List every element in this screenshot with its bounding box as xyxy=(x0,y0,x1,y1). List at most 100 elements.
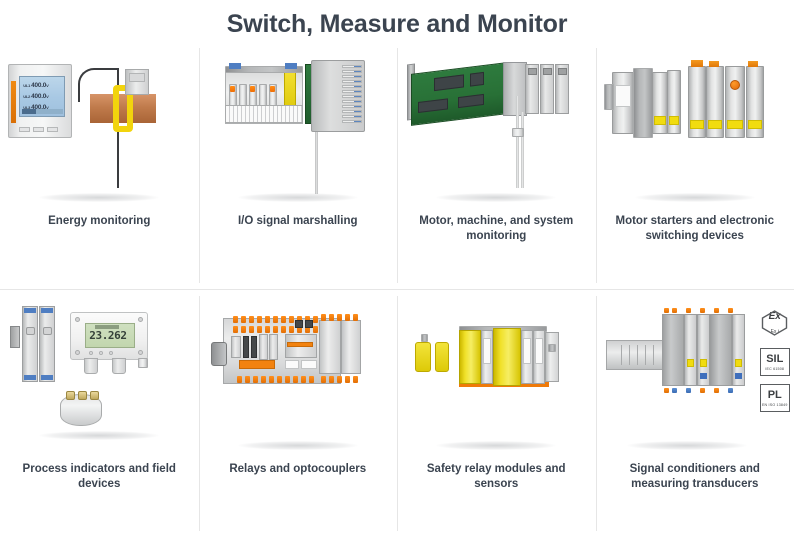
module-blue-cap xyxy=(41,308,54,313)
io-module-housing xyxy=(310,60,365,132)
signal-conditioner-module xyxy=(709,314,732,386)
module-edge-connector xyxy=(10,326,21,348)
terminal-clamp xyxy=(685,308,691,313)
white-cable xyxy=(521,112,525,188)
lcd-reading-line-1: UL1 400.0V xyxy=(23,82,49,89)
monitoring-module xyxy=(555,64,570,114)
starter-heatsink xyxy=(632,68,653,138)
relay-lever-row xyxy=(236,376,314,383)
terminal-clamp xyxy=(727,388,733,393)
field-indicator-enclosure: 23.262 xyxy=(70,312,149,360)
relay-body xyxy=(250,336,257,358)
field-indicator-buttons[interactable] xyxy=(89,351,114,355)
module-yellow-label xyxy=(699,359,707,367)
module-yellow-label xyxy=(686,359,694,367)
field-indicator-lcd: 23.262 xyxy=(85,323,136,348)
terminal-clamp xyxy=(713,388,719,393)
relay-module xyxy=(258,334,268,360)
signal-conditioner-module xyxy=(661,314,684,386)
head-mount-transmitter xyxy=(60,391,103,426)
module-socket xyxy=(26,327,36,335)
hexagon-icon xyxy=(761,310,787,336)
category-card-safety-relays[interactable]: Safety relay modules and sensors xyxy=(397,290,596,536)
meter-orange-side xyxy=(11,81,17,123)
product-shadow xyxy=(436,441,557,450)
product-image-safety-relays xyxy=(397,298,595,458)
din-rail xyxy=(605,340,666,370)
category-card-motor-starters[interactable]: Motor starters and electronic switching … xyxy=(595,42,794,289)
category-card-relays-optocouplers[interactable]: Relays and optocouplers xyxy=(198,290,398,536)
cable-connector xyxy=(512,128,525,137)
transmitter-terminal xyxy=(90,391,100,400)
starter-side-connector xyxy=(603,84,614,110)
module-blue-cap xyxy=(41,375,54,380)
product-shadow xyxy=(634,193,755,202)
category-card-io-signal-marshalling[interactable]: I/O signal marshalling xyxy=(198,42,398,289)
starter-module xyxy=(687,66,706,138)
terminal-clamp xyxy=(671,308,677,313)
product-shadow xyxy=(39,431,160,440)
module-socket xyxy=(43,327,53,335)
terminal-clamp xyxy=(663,388,669,393)
board-component xyxy=(470,71,485,87)
product-image-signal-conditioners: Ex Ex i SIL IEC 61508 PL EN ISO 13849 xyxy=(596,298,794,458)
safety-sensor xyxy=(415,342,432,372)
module-label xyxy=(483,338,492,364)
category-label: Process indicators and field devices xyxy=(22,463,176,490)
module-port xyxy=(548,344,557,352)
safety-relay-module xyxy=(493,328,522,386)
category-card-motor-machine-monitoring[interactable]: Motor, machine, and system monitoring xyxy=(397,42,596,289)
terminal-clamp xyxy=(685,388,691,393)
starter-module xyxy=(705,66,724,138)
board-component xyxy=(418,98,449,114)
sil-badge-sub: IEC 61508 xyxy=(765,366,785,371)
grid-row: 23.262 Process indicators and field devi xyxy=(0,289,794,536)
io-blue-clip xyxy=(228,63,241,69)
module-yellow-label xyxy=(734,359,742,367)
category-card-process-indicators[interactable]: 23.262 Process indicators and field devi xyxy=(0,290,199,536)
pl-badge-sub: EN ISO 13849 xyxy=(761,402,788,407)
monitoring-enclosure xyxy=(503,62,528,116)
module-yellow-label xyxy=(689,120,704,129)
safety-actuator xyxy=(435,342,450,372)
rotary-knob[interactable] xyxy=(729,80,740,90)
module-yellow-label xyxy=(726,120,743,129)
product-image-motor-monitoring xyxy=(397,50,595,210)
category-label: I/O signal marshalling xyxy=(237,215,358,227)
lcd-status-bar xyxy=(22,109,64,114)
page-root: Switch, Measure and Monitor UL1 400.0V U xyxy=(0,0,794,536)
category-card-energy-monitoring[interactable]: UL1 400.0V UL2 400.0V UL3 400.0V Energy … xyxy=(0,42,199,289)
starter-top-connector xyxy=(690,60,703,67)
category-label: Energy monitoring xyxy=(48,215,151,227)
sensor-cable-entry xyxy=(421,334,429,342)
signal-conditioner-module xyxy=(696,314,710,386)
monitoring-module xyxy=(540,64,555,114)
lcd-reading-line-2: UL2 400.0V xyxy=(23,93,49,100)
process-module xyxy=(39,306,56,382)
category-card-signal-conditioners[interactable]: Ex Ex i SIL IEC 61508 PL EN ISO 13849 Si… xyxy=(595,290,794,536)
io-lever xyxy=(249,86,255,92)
terminal-clamp xyxy=(663,308,669,313)
safety-relay-module xyxy=(459,330,482,384)
page-title: Switch, Measure and Monitor xyxy=(226,10,568,38)
category-label: Signal conditioners and measuring transd… xyxy=(629,463,760,490)
starter-module xyxy=(724,66,745,138)
signal-conditioner-module xyxy=(683,314,697,386)
product-image-energy-monitoring: UL1 400.0V UL2 400.0V UL3 400.0V xyxy=(0,50,198,210)
meter-button-row[interactable] xyxy=(19,127,59,132)
relay-edge-connector xyxy=(210,342,227,366)
io-blue-clip xyxy=(284,63,297,69)
signal-conditioner-module xyxy=(731,314,745,386)
product-image-motor-starters xyxy=(596,50,794,210)
lcd-value: 23.262 xyxy=(89,329,127,342)
relay-white-label xyxy=(300,360,317,369)
relay-top-component xyxy=(294,320,303,328)
starter-module xyxy=(745,66,764,138)
product-image-io-marshalling xyxy=(199,50,397,210)
terminal-clamp xyxy=(727,308,733,313)
product-shadow xyxy=(237,193,358,202)
category-label: Motor starters and electronic switching … xyxy=(615,215,774,242)
enclosure-screw xyxy=(75,317,81,322)
relay-module xyxy=(230,336,241,358)
product-shadow xyxy=(39,193,160,202)
